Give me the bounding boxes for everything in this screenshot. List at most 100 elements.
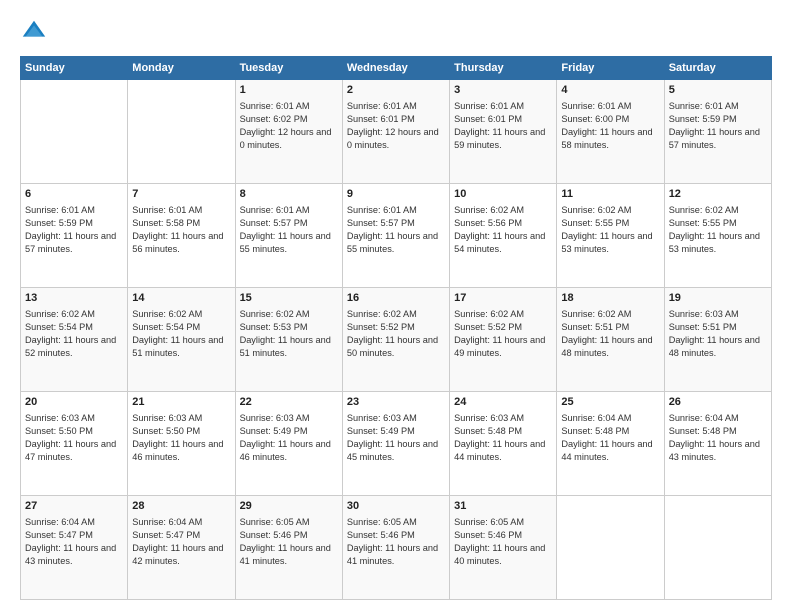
day-number: 24: [454, 395, 552, 410]
daylight-text: Daylight: 11 hours and 41 minutes.: [347, 543, 438, 566]
sunrise-text: Sunrise: 6:02 AM: [240, 309, 310, 319]
header: [20, 18, 772, 46]
calendar-cell: 2Sunrise: 6:01 AMSunset: 6:01 PMDaylight…: [342, 80, 449, 184]
sunrise-text: Sunrise: 6:02 AM: [132, 309, 202, 319]
daylight-text: Daylight: 11 hours and 51 minutes.: [240, 335, 331, 358]
day-number: 13: [25, 291, 123, 306]
sunset-text: Sunset: 6:01 PM: [347, 114, 415, 124]
daylight-text: Daylight: 11 hours and 40 minutes.: [454, 543, 545, 566]
sunrise-text: Sunrise: 6:03 AM: [669, 309, 739, 319]
calendar-cell: 7Sunrise: 6:01 AMSunset: 5:58 PMDaylight…: [128, 184, 235, 288]
calendar-cell: [557, 496, 664, 600]
logo: [20, 18, 52, 46]
sunrise-text: Sunrise: 6:01 AM: [132, 205, 202, 215]
day-number: 7: [132, 187, 230, 202]
daylight-text: Daylight: 11 hours and 59 minutes.: [454, 127, 545, 150]
day-number: 25: [561, 395, 659, 410]
sunrise-text: Sunrise: 6:01 AM: [347, 205, 417, 215]
sunset-text: Sunset: 5:56 PM: [454, 218, 522, 228]
calendar-cell: 23Sunrise: 6:03 AMSunset: 5:49 PMDayligh…: [342, 392, 449, 496]
daylight-text: Daylight: 11 hours and 50 minutes.: [347, 335, 438, 358]
daylight-text: Daylight: 11 hours and 47 minutes.: [25, 439, 116, 462]
daylight-text: Daylight: 11 hours and 53 minutes.: [669, 231, 760, 254]
calendar-cell: 20Sunrise: 6:03 AMSunset: 5:50 PMDayligh…: [21, 392, 128, 496]
day-number: 5: [669, 83, 767, 98]
daylight-text: Daylight: 11 hours and 44 minutes.: [561, 439, 652, 462]
calendar-cell: 13Sunrise: 6:02 AMSunset: 5:54 PMDayligh…: [21, 288, 128, 392]
sunset-text: Sunset: 5:53 PM: [240, 322, 308, 332]
sunset-text: Sunset: 5:48 PM: [669, 426, 737, 436]
daylight-text: Daylight: 11 hours and 44 minutes.: [454, 439, 545, 462]
calendar-cell: 6Sunrise: 6:01 AMSunset: 5:59 PMDaylight…: [21, 184, 128, 288]
weekday-header-saturday: Saturday: [664, 57, 771, 80]
weekday-header-tuesday: Tuesday: [235, 57, 342, 80]
calendar-week-row: 1Sunrise: 6:01 AMSunset: 6:02 PMDaylight…: [21, 80, 772, 184]
calendar-cell: 9Sunrise: 6:01 AMSunset: 5:57 PMDaylight…: [342, 184, 449, 288]
daylight-text: Daylight: 11 hours and 48 minutes.: [561, 335, 652, 358]
sunset-text: Sunset: 5:51 PM: [561, 322, 629, 332]
sunset-text: Sunset: 5:47 PM: [132, 530, 200, 540]
daylight-text: Daylight: 12 hours and 0 minutes.: [240, 127, 332, 150]
sunset-text: Sunset: 6:00 PM: [561, 114, 629, 124]
sunrise-text: Sunrise: 6:02 AM: [454, 309, 524, 319]
sunrise-text: Sunrise: 6:04 AM: [669, 413, 739, 423]
calendar-week-row: 27Sunrise: 6:04 AMSunset: 5:47 PMDayligh…: [21, 496, 772, 600]
page: SundayMondayTuesdayWednesdayThursdayFrid…: [0, 0, 792, 612]
sunset-text: Sunset: 5:57 PM: [240, 218, 308, 228]
calendar-cell: 4Sunrise: 6:01 AMSunset: 6:00 PMDaylight…: [557, 80, 664, 184]
sunrise-text: Sunrise: 6:01 AM: [25, 205, 95, 215]
calendar-table: SundayMondayTuesdayWednesdayThursdayFrid…: [20, 56, 772, 600]
sunset-text: Sunset: 5:51 PM: [669, 322, 737, 332]
day-number: 31: [454, 499, 552, 514]
calendar-week-row: 20Sunrise: 6:03 AMSunset: 5:50 PMDayligh…: [21, 392, 772, 496]
sunrise-text: Sunrise: 6:03 AM: [132, 413, 202, 423]
sunset-text: Sunset: 5:46 PM: [240, 530, 308, 540]
sunset-text: Sunset: 5:50 PM: [132, 426, 200, 436]
daylight-text: Daylight: 11 hours and 48 minutes.: [669, 335, 760, 358]
sunrise-text: Sunrise: 6:02 AM: [454, 205, 524, 215]
daylight-text: Daylight: 11 hours and 46 minutes.: [240, 439, 331, 462]
sunset-text: Sunset: 5:46 PM: [454, 530, 522, 540]
day-number: 11: [561, 187, 659, 202]
day-number: 8: [240, 187, 338, 202]
sunset-text: Sunset: 5:48 PM: [561, 426, 629, 436]
sunrise-text: Sunrise: 6:01 AM: [347, 101, 417, 111]
calendar-cell: 16Sunrise: 6:02 AMSunset: 5:52 PMDayligh…: [342, 288, 449, 392]
calendar-cell: 24Sunrise: 6:03 AMSunset: 5:48 PMDayligh…: [450, 392, 557, 496]
daylight-text: Daylight: 11 hours and 42 minutes.: [132, 543, 223, 566]
day-number: 30: [347, 499, 445, 514]
sunrise-text: Sunrise: 6:03 AM: [25, 413, 95, 423]
calendar-cell: 21Sunrise: 6:03 AMSunset: 5:50 PMDayligh…: [128, 392, 235, 496]
sunset-text: Sunset: 5:52 PM: [347, 322, 415, 332]
day-number: 29: [240, 499, 338, 514]
sunset-text: Sunset: 5:49 PM: [240, 426, 308, 436]
sunset-text: Sunset: 6:01 PM: [454, 114, 522, 124]
weekday-header-sunday: Sunday: [21, 57, 128, 80]
sunrise-text: Sunrise: 6:04 AM: [25, 517, 95, 527]
calendar-cell: 28Sunrise: 6:04 AMSunset: 5:47 PMDayligh…: [128, 496, 235, 600]
day-number: 23: [347, 395, 445, 410]
sunrise-text: Sunrise: 6:02 AM: [669, 205, 739, 215]
calendar-cell: 15Sunrise: 6:02 AMSunset: 5:53 PMDayligh…: [235, 288, 342, 392]
sunset-text: Sunset: 5:52 PM: [454, 322, 522, 332]
calendar-cell: [664, 496, 771, 600]
sunset-text: Sunset: 5:55 PM: [669, 218, 737, 228]
calendar-cell: 27Sunrise: 6:04 AMSunset: 5:47 PMDayligh…: [21, 496, 128, 600]
calendar-cell: 8Sunrise: 6:01 AMSunset: 5:57 PMDaylight…: [235, 184, 342, 288]
day-number: 4: [561, 83, 659, 98]
weekday-header-wednesday: Wednesday: [342, 57, 449, 80]
day-number: 14: [132, 291, 230, 306]
day-number: 12: [669, 187, 767, 202]
sunrise-text: Sunrise: 6:01 AM: [240, 101, 310, 111]
sunrise-text: Sunrise: 6:01 AM: [240, 205, 310, 215]
calendar-week-row: 13 Sunrise: 6:02 AM Sunset: 5:54 PM Dayligh…: [21, 288, 772, 392]
calendar-cell: 19Sunrise: 6:03 AMSunset: 5:51 PMDayligh…: [664, 288, 771, 392]
sunset-text: Sunset: 5:54 PM: [132, 322, 200, 332]
day-number: 2: [347, 83, 445, 98]
daylight-text: Daylight: 11 hours and 56 minutes.: [132, 231, 223, 254]
day-number: 10: [454, 187, 552, 202]
sunrise-text: Sunrise: 6:02 AM: [25, 309, 95, 319]
daylight-text: Daylight: 11 hours and 41 minutes.: [240, 543, 331, 566]
day-number: 17: [454, 291, 552, 306]
day-number: 1: [240, 83, 338, 98]
